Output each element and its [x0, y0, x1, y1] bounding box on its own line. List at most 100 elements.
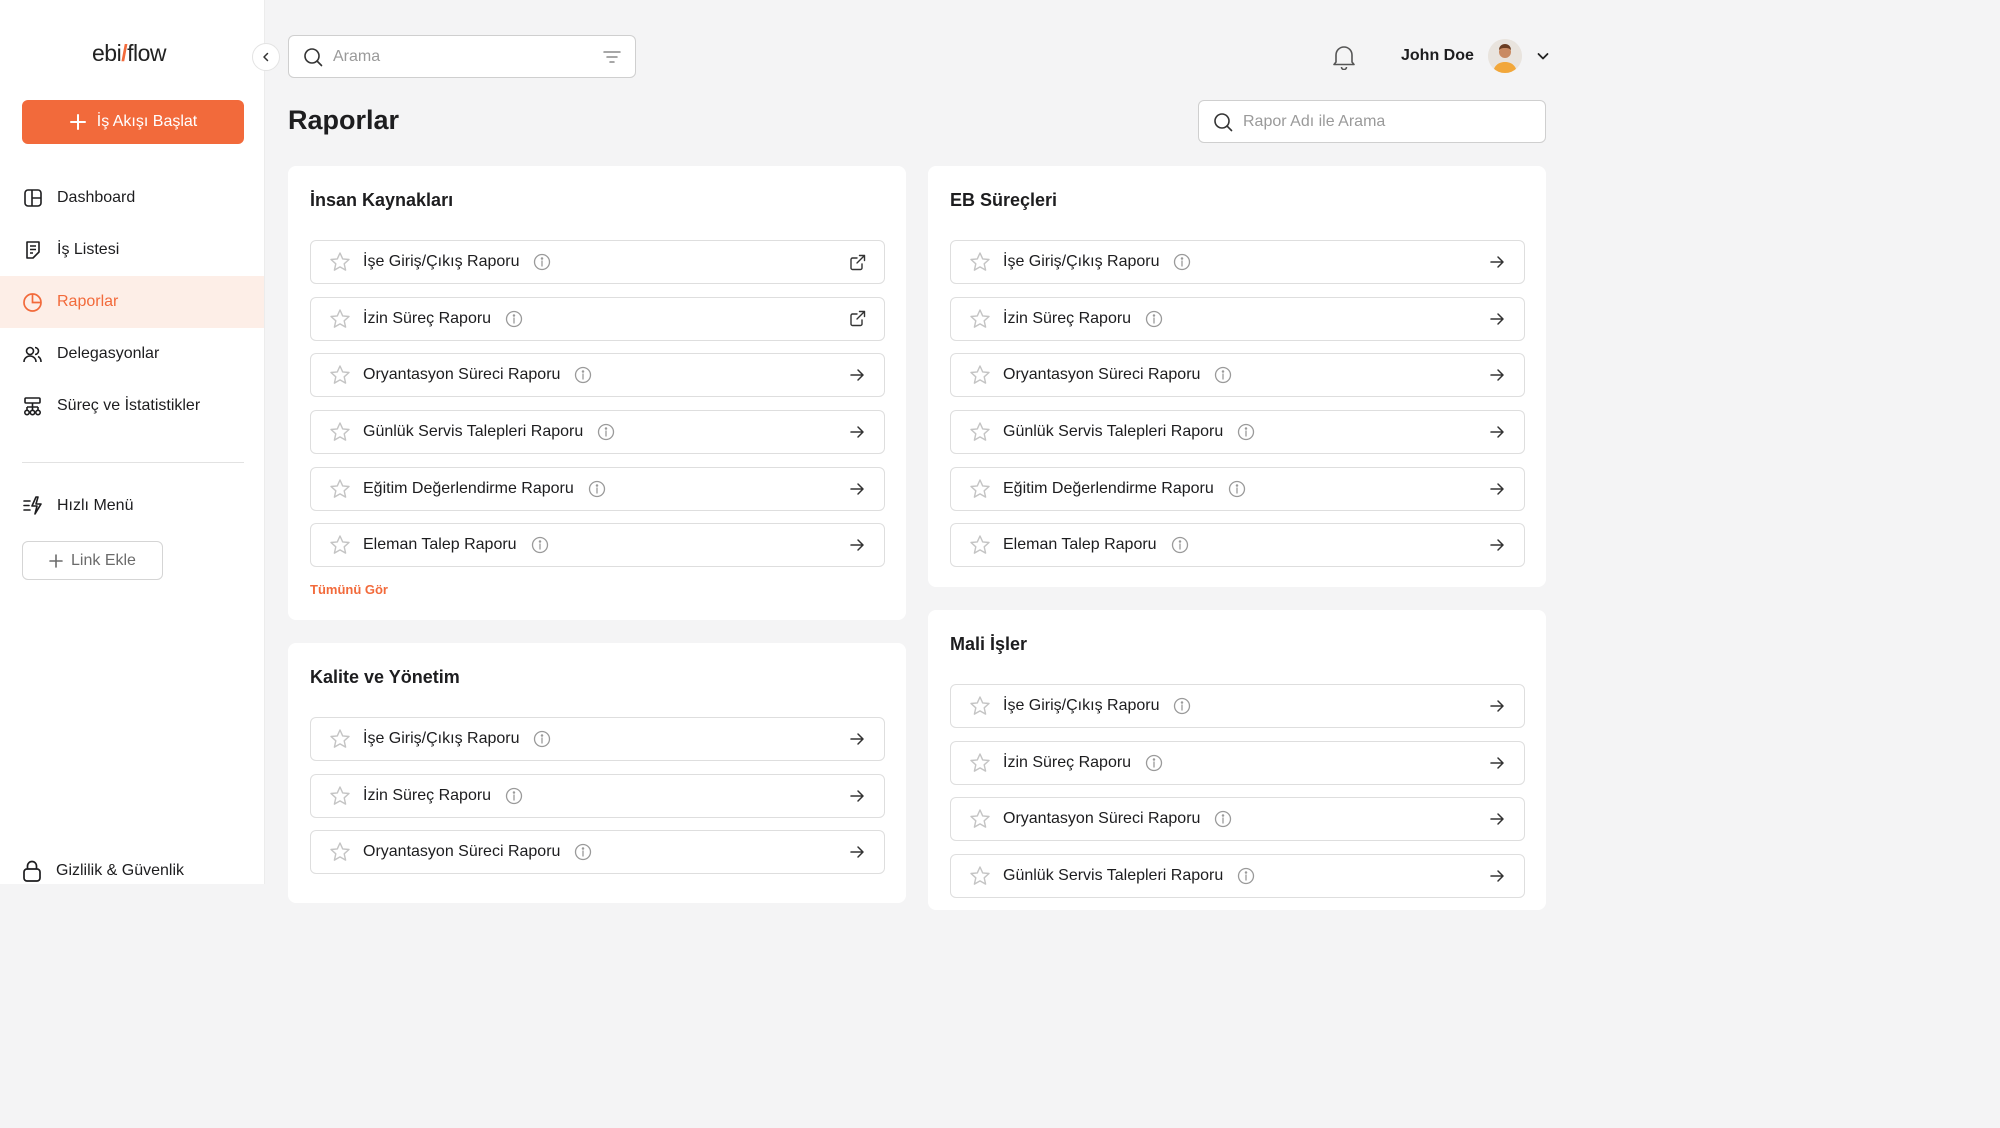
- report-row[interactable]: İzin Süreç Raporu: [950, 740, 1525, 785]
- info-icon[interactable]: [574, 366, 592, 384]
- report-row[interactable]: İşe Giriş/Çıkış Raporu: [310, 717, 885, 761]
- info-icon[interactable]: [1145, 310, 1163, 328]
- notifications-button[interactable]: [1332, 44, 1356, 75]
- arrow-right-icon[interactable]: [1488, 253, 1506, 271]
- arrow-right-icon[interactable]: [848, 730, 866, 748]
- star-icon[interactable]: [969, 534, 991, 556]
- add-link-button[interactable]: Link Ekle: [22, 541, 163, 580]
- collapse-sidebar-button[interactable]: [252, 43, 280, 71]
- info-icon[interactable]: [531, 536, 549, 554]
- report-row[interactable]: Eleman Talep Raporu: [310, 523, 885, 568]
- arrow-right-icon[interactable]: [1488, 366, 1506, 384]
- arrow-right-icon[interactable]: [1488, 480, 1506, 498]
- report-row[interactable]: Eğitim Değerlendirme Raporu: [310, 466, 885, 511]
- info-icon[interactable]: [1237, 423, 1255, 441]
- info-icon[interactable]: [574, 843, 592, 861]
- arrow-right-icon[interactable]: [848, 423, 866, 441]
- report-row[interactable]: Oryantasyon Süreci Raporu: [310, 830, 885, 875]
- report-label: İzin Süreç Raporu: [1003, 753, 1132, 771]
- info-icon[interactable]: [1214, 366, 1232, 384]
- report-row[interactable]: İzin Süreç Raporu: [310, 773, 885, 818]
- info-icon[interactable]: [505, 787, 523, 805]
- star-icon[interactable]: [969, 808, 991, 830]
- report-row[interactable]: Oryantasyon Süreci Raporu: [950, 797, 1525, 842]
- report-row[interactable]: Eleman Talep Raporu: [950, 523, 1525, 568]
- report-row[interactable]: İşe Giriş/Çıkış Raporu: [310, 240, 885, 284]
- report-row[interactable]: İşe Giriş/Çıkış Raporu: [950, 684, 1525, 728]
- sidebar-item-label: Delegasyonlar: [57, 345, 160, 362]
- info-icon[interactable]: [588, 480, 606, 498]
- report-row[interactable]: Günlük Servis Talepleri Raporu: [950, 854, 1525, 899]
- info-icon[interactable]: [1237, 867, 1255, 885]
- report-row[interactable]: İzin Süreç Raporu: [310, 296, 885, 341]
- info-icon[interactable]: [1173, 697, 1191, 715]
- info-icon[interactable]: [1228, 480, 1246, 498]
- global-search[interactable]: [288, 35, 636, 78]
- report-label: İşe Giriş/Çıkış Raporu: [1003, 697, 1160, 714]
- star-icon[interactable]: [969, 308, 991, 330]
- arrow-right-icon[interactable]: [848, 366, 866, 384]
- report-row[interactable]: İzin Süreç Raporu: [950, 296, 1525, 341]
- star-icon[interactable]: [329, 478, 351, 500]
- report-search[interactable]: [1198, 100, 1546, 143]
- external-link-icon[interactable]: [848, 253, 866, 271]
- arrow-right-icon[interactable]: [848, 536, 866, 554]
- sidebar-item-task-list[interactable]: İş Listesi: [0, 224, 264, 276]
- arrow-right-icon[interactable]: [1488, 754, 1506, 772]
- report-search-input[interactable]: [1243, 112, 1531, 131]
- report-list: İşe Giriş/Çıkış Raporu İzin Süreç Raporu O…: [950, 240, 1525, 580]
- info-icon[interactable]: [1171, 536, 1189, 554]
- arrow-right-icon[interactable]: [1488, 536, 1506, 554]
- start-workflow-button[interactable]: İş Akışı Başlat: [22, 100, 244, 144]
- star-icon[interactable]: [329, 534, 351, 556]
- arrow-right-icon[interactable]: [1488, 810, 1506, 828]
- info-icon[interactable]: [533, 253, 551, 271]
- sidebar-item-delegations[interactable]: Delegasyonlar: [0, 328, 264, 380]
- arrow-right-icon[interactable]: [1488, 867, 1506, 885]
- filter-icon[interactable]: [603, 50, 621, 64]
- report-row[interactable]: Günlük Servis Talepleri Raporu: [950, 410, 1525, 455]
- star-icon[interactable]: [329, 785, 351, 807]
- star-icon[interactable]: [969, 421, 991, 443]
- star-icon[interactable]: [329, 728, 351, 750]
- info-icon[interactable]: [1173, 253, 1191, 271]
- sidebar-item-reports[interactable]: Raporlar: [0, 276, 264, 328]
- info-icon[interactable]: [1145, 754, 1163, 772]
- info-icon[interactable]: [1214, 810, 1232, 828]
- user-menu[interactable]: John Doe: [1401, 39, 1550, 73]
- star-icon[interactable]: [969, 695, 991, 717]
- info-icon[interactable]: [597, 423, 615, 441]
- arrow-right-icon[interactable]: [848, 480, 866, 498]
- star-icon[interactable]: [969, 364, 991, 386]
- report-row[interactable]: Oryantasyon Süreci Raporu: [310, 353, 885, 398]
- star-icon[interactable]: [969, 865, 991, 887]
- star-icon[interactable]: [329, 251, 351, 273]
- external-link-icon[interactable]: [848, 310, 866, 328]
- report-row[interactable]: Eğitim Değerlendirme Raporu: [950, 466, 1525, 511]
- star-icon[interactable]: [329, 364, 351, 386]
- star-icon[interactable]: [969, 752, 991, 774]
- global-search-input[interactable]: [333, 47, 593, 66]
- star-icon[interactable]: [329, 308, 351, 330]
- star-icon[interactable]: [969, 251, 991, 273]
- report-row[interactable]: Oryantasyon Süreci Raporu: [950, 353, 1525, 398]
- report-row[interactable]: İşe Giriş/Çıkış Raporu: [950, 240, 1525, 284]
- sidebar: ebi/flow İş Akışı Başlat Dashboard İş Li…: [0, 0, 265, 884]
- star-icon[interactable]: [329, 421, 351, 443]
- plus-icon: [69, 114, 86, 130]
- info-icon[interactable]: [533, 730, 551, 748]
- star-icon[interactable]: [969, 478, 991, 500]
- arrow-right-icon[interactable]: [848, 787, 866, 805]
- arrow-right-icon[interactable]: [1488, 310, 1506, 328]
- star-icon[interactable]: [329, 841, 351, 863]
- arrow-right-icon[interactable]: [1488, 697, 1506, 715]
- see-all-link[interactable]: Tümünü Gör: [310, 582, 388, 597]
- sidebar-item-dashboard[interactable]: Dashboard: [0, 172, 264, 224]
- arrow-right-icon[interactable]: [1488, 423, 1506, 441]
- info-icon[interactable]: [505, 310, 523, 328]
- privacy-security-link[interactable]: Gizlilik & Güvenlik: [22, 860, 184, 882]
- arrow-right-icon[interactable]: [848, 843, 866, 861]
- report-row[interactable]: Günlük Servis Talepleri Raporu: [310, 410, 885, 455]
- ebiflow-logo[interactable]: ebi/flow: [92, 40, 166, 67]
- sidebar-item-process-stats[interactable]: Süreç ve İstatistikler: [0, 380, 264, 432]
